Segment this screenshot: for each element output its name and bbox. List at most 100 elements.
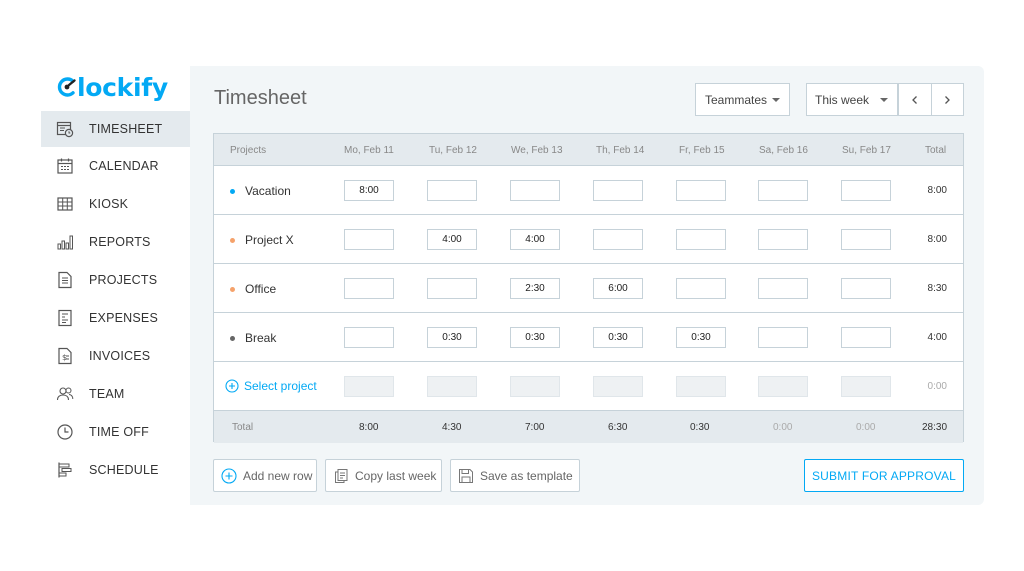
time-entry-cell[interactable] (344, 327, 394, 348)
select-project-label: Select project (244, 379, 317, 393)
time-entry-cell[interactable] (593, 180, 643, 201)
chevron-left-icon (912, 95, 917, 104)
time-entry-cell[interactable] (841, 278, 891, 299)
time-entry-cell[interactable] (841, 180, 891, 201)
timesheet-table: Projects Mo, Feb 11 Tu, Feb 12 We, Feb 1… (213, 133, 964, 443)
copy-icon (335, 468, 348, 483)
sidebar-item-schedule[interactable]: SCHEDULE (41, 451, 190, 489)
time-entry-cell[interactable]: 0:30 (510, 327, 560, 348)
schedule-icon (55, 460, 75, 480)
time-entry-cell[interactable]: 4:00 (510, 229, 560, 250)
disabled-time-cell (344, 376, 394, 397)
day-total: 0:30 (690, 422, 710, 433)
save-as-template-button[interactable]: Save as template (450, 459, 580, 492)
time-entry-cell[interactable] (676, 180, 726, 201)
time-entry-cell[interactable] (841, 229, 891, 250)
clockify-logo[interactable]: lockify (56, 72, 168, 102)
time-entry-cell[interactable] (510, 180, 560, 201)
time-entry-cell[interactable] (427, 180, 477, 201)
time-entry-cell[interactable] (676, 278, 726, 299)
time-entry-cell[interactable]: 0:30 (676, 327, 726, 348)
time-entry-cell[interactable] (593, 229, 643, 250)
time-entry-cell[interactable] (758, 180, 808, 201)
save-as-template-label: Save as template (480, 468, 573, 483)
time-entry-cell[interactable] (344, 278, 394, 299)
caret-down-icon (772, 98, 780, 102)
time-entry-cell[interactable]: 2:30 (510, 278, 560, 299)
disabled-time-cell (758, 376, 808, 397)
copy-last-week-button[interactable]: Copy last week (325, 459, 442, 492)
time-entry-cell[interactable]: 8:00 (344, 180, 394, 201)
chevron-right-icon (945, 95, 951, 104)
time-entry-cell[interactable] (427, 278, 477, 299)
project-name[interactable]: Project X (230, 233, 294, 247)
column-header-total: Total (925, 145, 947, 156)
project-label: Office (245, 282, 277, 296)
row-total: 8:00 (927, 185, 947, 196)
time-entry-cell[interactable] (758, 278, 808, 299)
project-color-dot (230, 188, 235, 194)
sidebar-item-time-off[interactable]: TIME OFF (41, 413, 190, 451)
table-row: Vacation 8:00 8:00 (214, 166, 963, 215)
projects-icon (55, 270, 75, 290)
row-total: 8:00 (927, 234, 947, 245)
sidebar-item-label: TEAM (89, 387, 125, 401)
sidebar-item-team[interactable]: TEAM (41, 375, 190, 413)
sidebar-item-timesheet[interactable]: TIMESHEET (41, 111, 190, 147)
table-row: Office 2:30 6:00 8:30 (214, 264, 963, 313)
page-title: Timesheet (214, 87, 307, 109)
time-entry-cell[interactable] (841, 327, 891, 348)
project-name[interactable]: Break (230, 331, 276, 345)
time-entry-cell[interactable]: 6:00 (593, 278, 643, 299)
disabled-time-cell (593, 376, 643, 397)
logo-text: lockify (77, 72, 168, 102)
add-new-row-label: Add new row (243, 468, 313, 483)
sidebar-item-projects[interactable]: PROJECTS (41, 261, 190, 299)
previous-week-button[interactable] (899, 84, 931, 115)
sidebar-item-label: TIME OFF (89, 425, 149, 439)
row-total: 8:30 (927, 283, 947, 294)
sidebar-item-calendar[interactable]: CALENDAR (41, 147, 190, 185)
table-row: Project X 4:00 4:00 8:00 (214, 215, 963, 264)
sidebar-item-label: PROJECTS (89, 273, 158, 287)
time-entry-cell[interactable] (676, 229, 726, 250)
project-label: Project X (245, 233, 294, 247)
row-total: 4:00 (927, 332, 947, 343)
expenses-icon (55, 308, 75, 328)
sidebar-item-label: TIMESHEET (89, 122, 163, 136)
select-project-button[interactable]: Select project (225, 379, 317, 393)
time-entry-cell[interactable]: 4:00 (427, 229, 477, 250)
column-header-day: Tu, Feb 12 (429, 145, 477, 156)
project-name[interactable]: Vacation (230, 184, 291, 198)
sidebar-item-label: SCHEDULE (89, 463, 159, 477)
column-header-day: Th, Feb 14 (596, 145, 645, 156)
plus-circle-icon (221, 467, 237, 484)
copy-last-week-label: Copy last week (355, 468, 437, 483)
select-project-row: Select project 0:00 (214, 362, 963, 411)
calendar-icon (55, 156, 75, 176)
sidebar-item-invoices[interactable]: $ INVOICES (41, 337, 190, 375)
sidebar-item-kiosk[interactable]: KIOSK (41, 185, 190, 223)
next-week-button[interactable] (930, 84, 963, 115)
week-dropdown[interactable]: This week (806, 83, 898, 116)
day-total: 7:00 (525, 422, 545, 433)
day-total: 0:00 (773, 422, 793, 433)
time-entry-cell[interactable] (758, 229, 808, 250)
week-label: This week (815, 92, 870, 107)
column-header-day: Sa, Feb 16 (759, 145, 808, 156)
time-entry-cell[interactable] (758, 327, 808, 348)
teammates-dropdown[interactable]: Teammates (695, 83, 790, 116)
column-header-day: Mo, Feb 11 (344, 145, 394, 156)
plus-circle-icon (225, 379, 239, 393)
svg-text:$: $ (62, 353, 67, 362)
add-new-row-button[interactable]: Add new row (213, 459, 317, 492)
disabled-time-cell (676, 376, 726, 397)
sidebar-item-expenses[interactable]: EXPENSES (41, 299, 190, 337)
project-label: Vacation (245, 184, 291, 198)
time-entry-cell[interactable] (344, 229, 394, 250)
submit-for-approval-button[interactable]: SUBMIT FOR APPROVAL (804, 459, 964, 492)
time-entry-cell[interactable]: 0:30 (593, 327, 643, 348)
sidebar-item-reports[interactable]: REPORTS (41, 223, 190, 261)
time-entry-cell[interactable]: 0:30 (427, 327, 477, 348)
project-name[interactable]: Office (230, 282, 276, 296)
